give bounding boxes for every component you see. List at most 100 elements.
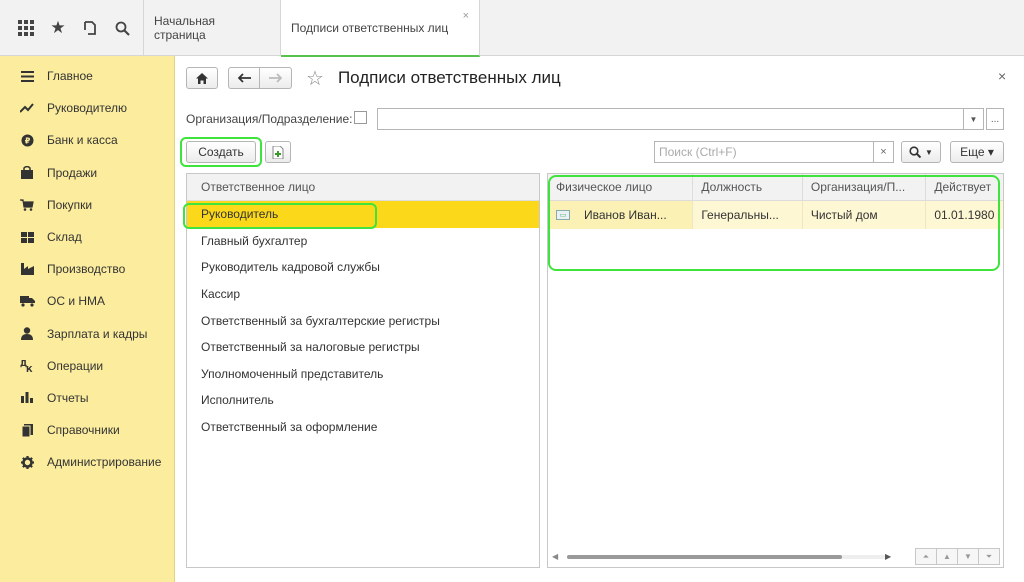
- record-icon: ▭: [556, 210, 570, 220]
- sidebar-item-label: Администрирование: [47, 455, 162, 470]
- sidebar-item-label: ОС и НМА: [47, 294, 106, 309]
- next-page-icon[interactable]: ▼: [957, 548, 979, 565]
- sidebar-item-purchases[interactable]: Покупки: [0, 189, 174, 221]
- organization-select-button[interactable]: ...: [986, 108, 1004, 130]
- home-button[interactable]: [186, 67, 218, 89]
- sidebar-item-main[interactable]: Главное: [0, 60, 174, 92]
- top-bar: ★ Начальная страница Подписи ответственн…: [0, 0, 1024, 57]
- organization-label: Организация/Подразделение:: [186, 112, 353, 126]
- arrow-right-icon: [269, 73, 282, 83]
- clear-search-icon[interactable]: ×: [874, 141, 894, 163]
- sidebar-item-manager[interactable]: Руководителю: [0, 92, 174, 124]
- add-copy-button[interactable]: [265, 141, 291, 163]
- list-header[interactable]: Ответственное лицо: [187, 174, 539, 201]
- column-header-position[interactable]: Должность: [693, 174, 803, 200]
- sidebar-item-assets[interactable]: ОС и НМА: [0, 285, 174, 317]
- table-header: Физическое лицо Должность Организация/П.…: [548, 174, 1003, 201]
- organization-checkbox[interactable]: [354, 111, 367, 124]
- sidebar-item-label: Покупки: [47, 197, 93, 212]
- favorite-star-icon[interactable]: ☆: [306, 66, 324, 91]
- list-item[interactable]: Уполномоченный представитель: [187, 361, 539, 388]
- column-header-person[interactable]: Физическое лицо: [548, 174, 694, 200]
- table-row[interactable]: ▭ Иванов Иван... Генеральны... Чистый до…: [548, 201, 1003, 229]
- operations-icon: ДК: [18, 359, 36, 373]
- search-button[interactable]: ▼: [901, 141, 941, 163]
- apps-grid-icon[interactable]: [10, 12, 42, 44]
- sidebar-item-label: Операции: [47, 358, 104, 373]
- search-icon: [909, 146, 922, 158]
- list-navigation: ⏶ ▲ ▼ ⏷: [915, 548, 1000, 565]
- more-button[interactable]: Еще ▾: [950, 141, 1004, 163]
- list-item[interactable]: Руководитель: [187, 201, 539, 228]
- sidebar-item-label: Руководителю: [47, 101, 128, 116]
- sidebar-item-label: Продажи: [47, 165, 98, 180]
- cell-organization[interactable]: Чистый дом: [803, 201, 927, 229]
- sidebar: Главное Руководителю ₽ Банк и касса Прод…: [0, 56, 175, 582]
- history-icon[interactable]: [74, 12, 106, 44]
- signatures-table: Физическое лицо Должность Организация/П.…: [547, 173, 1004, 568]
- organization-field[interactable]: [377, 108, 964, 130]
- forward-button[interactable]: [260, 67, 292, 89]
- tab-home-label: Начальная страница: [154, 14, 216, 42]
- first-page-icon[interactable]: ⏶: [915, 548, 937, 565]
- tab-home[interactable]: Начальная страница: [144, 0, 281, 56]
- sidebar-item-reports[interactable]: Отчеты: [0, 382, 174, 414]
- gear-icon: [18, 455, 36, 469]
- list-item[interactable]: Ответственный за оформление: [187, 414, 539, 441]
- list-item[interactable]: Главный бухгалтер: [187, 228, 539, 255]
- column-header-valid-from[interactable]: Действует: [926, 174, 1003, 200]
- column-header-organization[interactable]: Организация/П...: [803, 174, 927, 200]
- sidebar-item-warehouse[interactable]: Склад: [0, 221, 174, 253]
- scroll-left-icon[interactable]: ◀: [552, 552, 558, 561]
- search-input[interactable]: Поиск (Ctrl+F): [654, 141, 874, 163]
- list-item[interactable]: Руководитель кадровой службы: [187, 254, 539, 281]
- arrow-left-icon: [237, 73, 251, 83]
- factory-icon: [18, 262, 36, 276]
- list-item[interactable]: Ответственный за налоговые регистры: [187, 334, 539, 361]
- sidebar-item-directories[interactable]: Справочники: [0, 414, 174, 446]
- sidebar-item-label: Склад: [47, 230, 82, 245]
- tab-signatures-label: Подписи ответственных лиц: [291, 20, 449, 35]
- warehouse-icon: [18, 230, 36, 244]
- bag-icon: [18, 166, 36, 180]
- scroll-thumb[interactable]: [567, 555, 842, 559]
- sidebar-item-operations[interactable]: ДК Операции: [0, 350, 174, 382]
- cell-valid-from[interactable]: 01.01.1980: [926, 201, 1003, 229]
- svg-text:₽: ₽: [24, 136, 30, 145]
- sidebar-item-label: Справочники: [47, 423, 120, 438]
- cell-person[interactable]: ▭ Иванов Иван...: [548, 201, 694, 229]
- nav-buttons: [228, 67, 292, 89]
- book-icon: [18, 423, 36, 437]
- responsible-person-list: Ответственное лицо Руководитель Главный …: [186, 173, 540, 568]
- cart-icon: [18, 198, 36, 212]
- back-button[interactable]: [228, 67, 260, 89]
- sidebar-item-production[interactable]: Производство: [0, 253, 174, 285]
- sidebar-item-label: Банк и касса: [47, 133, 118, 148]
- tab-close-icon[interactable]: ×: [463, 10, 469, 22]
- svg-text:К: К: [26, 365, 33, 372]
- tab-signatures[interactable]: Подписи ответственных лиц ×: [281, 0, 480, 57]
- list-item[interactable]: Ответственный за бухгалтерские регистры: [187, 307, 539, 334]
- scroll-track[interactable]: [567, 555, 885, 559]
- sidebar-item-salary[interactable]: Зарплата и кадры: [0, 318, 174, 350]
- scroll-right-icon[interactable]: ▶: [885, 552, 891, 561]
- bar-chart-icon: [18, 391, 36, 405]
- menu-icon: [18, 69, 36, 83]
- top-icon-group: ★: [0, 0, 144, 56]
- star-icon[interactable]: ★: [42, 12, 74, 44]
- last-page-icon[interactable]: ⏷: [978, 548, 1000, 565]
- sidebar-item-admin[interactable]: Администрирование: [0, 446, 174, 478]
- cell-position[interactable]: Генеральны...: [693, 201, 803, 229]
- sidebar-item-label: Производство: [47, 262, 126, 277]
- trend-icon: [18, 101, 36, 115]
- close-icon[interactable]: ×: [998, 68, 1006, 84]
- chevron-down-icon[interactable]: ▼: [964, 108, 984, 130]
- sidebar-item-sales[interactable]: Продажи: [0, 157, 174, 189]
- list-item[interactable]: Исполнитель: [187, 387, 539, 414]
- prev-page-icon[interactable]: ▲: [936, 548, 958, 565]
- search-icon[interactable]: [106, 12, 138, 44]
- create-button[interactable]: Создать: [186, 141, 256, 163]
- horizontal-scrollbar[interactable]: ◀ ▶: [547, 549, 903, 565]
- list-item[interactable]: Кассир: [187, 281, 539, 308]
- sidebar-item-bank[interactable]: ₽ Банк и касса: [0, 124, 174, 156]
